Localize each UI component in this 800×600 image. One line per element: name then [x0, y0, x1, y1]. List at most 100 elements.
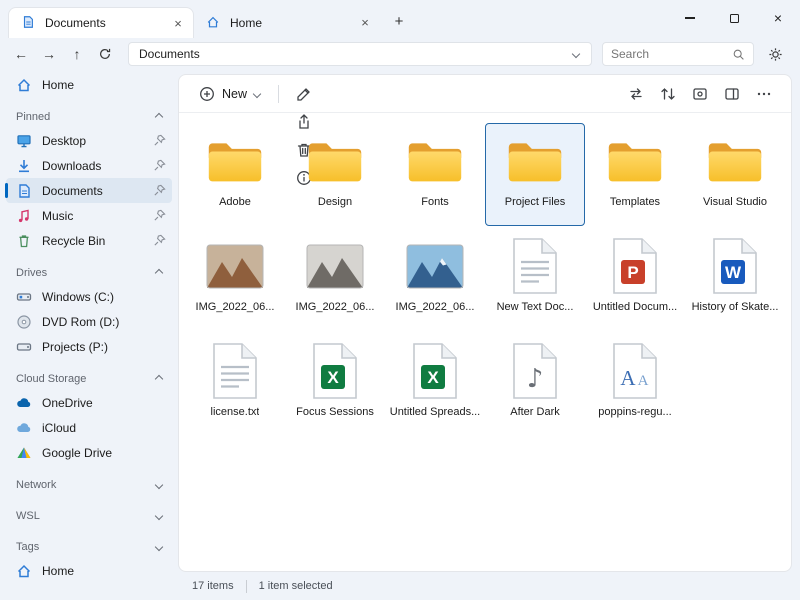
sidebar-item-onedrive[interactable]: OneDrive: [6, 390, 172, 415]
word-icon: W: [712, 234, 758, 298]
file-tile-untitled-spreads[interactable]: X Untitled Spreads...: [385, 333, 485, 436]
svg-text:X: X: [427, 368, 439, 387]
excel-icon: X: [412, 339, 458, 403]
paste-icon[interactable]: [289, 74, 319, 80]
file-name: Visual Studio: [703, 196, 767, 208]
downloads-icon: [16, 158, 32, 174]
drive-icon: [16, 339, 32, 355]
search-input[interactable]: Search: [602, 42, 754, 66]
sidebar-section-cloud-storage[interactable]: Cloud Storage: [6, 368, 172, 390]
sidebar-item-icloud[interactable]: iCloud: [6, 415, 172, 440]
section-label: Cloud Storage: [16, 373, 86, 385]
file-tile-templates[interactable]: Templates: [585, 123, 685, 226]
close-button[interactable]: ×: [756, 0, 800, 36]
file-tile-new-text-doc[interactable]: New Text Doc...: [485, 228, 585, 331]
music-icon: [16, 208, 32, 224]
file-tile-img-2022-06[interactable]: IMG_2022_06...: [185, 228, 285, 331]
file-tile-adobe[interactable]: Adobe: [185, 123, 285, 226]
tab-label: Home: [230, 16, 348, 30]
file-tile-focus-sessions[interactable]: XFocus Sessions: [285, 333, 385, 436]
sidebar-item-downloads[interactable]: Downloads: [6, 153, 172, 178]
window-controls: ×: [668, 0, 800, 36]
file-tile-poppins-regu[interactable]: AApoppins-regu...: [585, 333, 685, 436]
sidebar-item-home[interactable]: Home: [6, 72, 172, 97]
new-tab-button[interactable]: +: [386, 8, 412, 34]
file-name: History of Skate...: [692, 301, 779, 313]
file-tile-after-dark[interactable]: ♪ After Dark: [485, 333, 585, 436]
sidebar-item-google-drive[interactable]: Google Drive: [6, 440, 172, 465]
file-tile-history-of-skate[interactable]: W History of Skate...: [685, 228, 785, 331]
sidebar-section-tags[interactable]: Tags: [6, 536, 172, 558]
svg-text:♪: ♪: [527, 364, 544, 394]
file-name: Adobe: [219, 196, 251, 208]
svg-text:X: X: [327, 368, 339, 387]
file-tile-design[interactable]: Design: [285, 123, 385, 226]
sort-icon[interactable]: [653, 80, 683, 108]
sidebar-item-music[interactable]: Music: [6, 203, 172, 228]
sidebar-item-home[interactable]: Home: [6, 558, 172, 583]
sidebar-item-label: OneDrive: [42, 396, 166, 410]
sidebar-section-network[interactable]: Network: [6, 474, 172, 496]
content-panel: New Adobe DesignFontsProject FilesTemplat…: [178, 74, 792, 572]
pin-icon: [153, 134, 166, 147]
sidebar-section-pinned[interactable]: Pinned: [6, 106, 172, 128]
sidebar-item-documents[interactable]: Documents: [6, 178, 172, 203]
file-tile-license-txt[interactable]: license.txt: [185, 333, 285, 436]
sidebar-section-drives[interactable]: Drives: [6, 262, 172, 284]
sidebar-item-label: Home: [42, 78, 166, 92]
new-button-label: New: [222, 87, 247, 101]
file-tile-img-2022-06[interactable]: IMG_2022_06...: [285, 228, 385, 331]
minimize-button[interactable]: [668, 0, 712, 36]
chevron-down-icon: [155, 512, 163, 520]
details-pane-icon[interactable]: [717, 80, 747, 108]
tab-close-icon[interactable]: ×: [356, 14, 374, 32]
chevron-up-icon: [155, 113, 163, 121]
file-name: After Dark: [510, 406, 560, 418]
up-button[interactable]: ↑: [64, 41, 90, 67]
tab-documents[interactable]: Documents ×: [8, 7, 194, 38]
maximize-button[interactable]: [712, 0, 756, 36]
selection-count: 1 item selected: [259, 580, 333, 592]
sidebar-item-windows-c[interactable]: Windows (C:): [6, 284, 172, 309]
file-tile-fonts[interactable]: Fonts: [385, 123, 485, 226]
tab-close-icon[interactable]: ×: [169, 14, 187, 32]
svg-text:P: P: [627, 263, 638, 282]
file-tile-visual-studio[interactable]: Visual Studio: [685, 123, 785, 226]
forward-button[interactable]: →: [36, 41, 62, 67]
sidebar-item-label: iCloud: [42, 421, 166, 435]
preview-icon[interactable]: [685, 80, 715, 108]
folder-icon: [206, 129, 264, 193]
toolbar-separator: [278, 85, 279, 103]
music-icon: ♪: [512, 339, 558, 403]
sync-icon[interactable]: [621, 80, 651, 108]
file-name: license.txt: [211, 406, 260, 418]
file-name: Untitled Spreads...: [390, 406, 481, 418]
image-icon: [306, 234, 364, 298]
chevron-down-icon: [155, 543, 163, 551]
folder-icon: [406, 129, 464, 193]
back-button[interactable]: ←: [8, 41, 34, 67]
tab-home[interactable]: Home ×: [194, 7, 380, 38]
recycle-bin-icon: [16, 233, 32, 249]
rename-icon[interactable]: [289, 80, 319, 108]
address-bar[interactable]: Documents: [128, 42, 592, 66]
file-tile-untitled-docum[interactable]: P Untitled Docum...: [585, 228, 685, 331]
sidebar-section-wsl[interactable]: WSL: [6, 505, 172, 527]
sidebar-item-desktop[interactable]: Desktop: [6, 128, 172, 153]
sidebar-item-label: DVD Rom (D:): [42, 315, 166, 329]
file-name: Untitled Docum...: [593, 301, 677, 313]
chevron-down-icon: [155, 481, 163, 489]
refresh-button[interactable]: [92, 41, 118, 67]
tab-label: Documents: [45, 16, 161, 30]
sidebar-item-dvd-rom-d[interactable]: DVD Rom (D:): [6, 309, 172, 334]
file-name: IMG_2022_06...: [296, 301, 375, 313]
sidebar-item-projects-p[interactable]: Projects (P:): [6, 334, 172, 359]
file-tile-project-files[interactable]: Project Files: [485, 123, 585, 226]
new-button[interactable]: New: [191, 80, 268, 108]
settings-gear-icon[interactable]: [762, 41, 788, 67]
more-icon[interactable]: [749, 80, 779, 108]
section-label: WSL: [16, 510, 40, 522]
sidebar-item-recycle-bin[interactable]: Recycle Bin: [6, 228, 172, 253]
file-tile-img-2022-06[interactable]: IMG_2022_06...: [385, 228, 485, 331]
section-label: Network: [16, 479, 56, 491]
